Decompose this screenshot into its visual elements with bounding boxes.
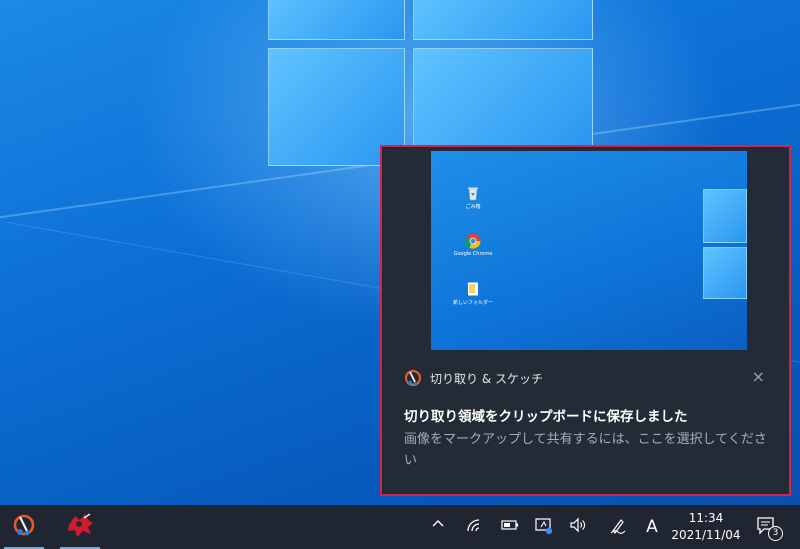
toast-app-header: 切り取り & スケッチ (404, 369, 543, 387)
preview-desktop-icon: 新しいフォルダー (453, 281, 493, 306)
wifi-icon[interactable] (464, 517, 484, 537)
close-icon[interactable]: × (752, 369, 765, 385)
screenshot-preview[interactable]: ごみ箱 Google Chrome 新しいフォルダー (431, 151, 747, 350)
battery-icon[interactable] (500, 517, 520, 537)
project-display-icon[interactable] (534, 517, 554, 537)
notification-count-badge: 3 (768, 526, 783, 541)
volume-icon[interactable] (568, 517, 588, 537)
taskbar-app-snip-and-sketch[interactable] (2, 505, 46, 549)
paint-icon (66, 512, 94, 542)
snip-and-sketch-icon (404, 369, 422, 387)
recycle-bin-icon (465, 185, 481, 201)
preview-desktop-icon: ごみ箱 (453, 185, 493, 210)
taskbar-app-paint[interactable] (58, 505, 102, 549)
clock-time: 11:34 (688, 511, 724, 525)
preview-desktop-icon: Google Chrome (453, 233, 493, 257)
toast-title: 切り取り領域をクリップボードに保存しました (404, 409, 688, 425)
taskbar: A 11:34 2021/11/04 3 (0, 505, 800, 549)
pen-workspace-icon[interactable] (608, 517, 628, 537)
chrome-icon (464, 233, 481, 249)
document-icon (465, 281, 481, 297)
toast-body: 画像をマークアップして共有するには、ここを選択してください (404, 432, 767, 468)
snip-and-sketch-icon (12, 513, 36, 541)
toast-notification[interactable]: ごみ箱 Google Chrome 新しいフォルダー 切り取り & スケッチ × (380, 145, 791, 496)
action-center-button[interactable]: 3 (756, 515, 783, 541)
clock-date: 2021/11/04 (671, 528, 741, 542)
toast-app-name: 切り取り & スケッチ (430, 371, 543, 386)
taskbar-clock[interactable]: 11:34 2021/11/04 (664, 510, 748, 544)
chevron-up-icon[interactable] (428, 517, 448, 537)
ime-mode-indicator[interactable]: A (642, 517, 662, 537)
